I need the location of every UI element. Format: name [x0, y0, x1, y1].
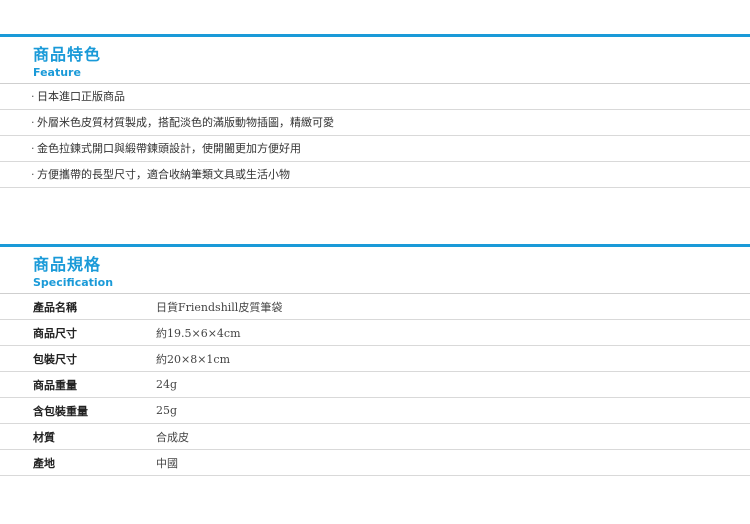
spec-value: 24g: [156, 378, 178, 391]
spec-label: 產品名稱: [33, 300, 77, 314]
feature-item: ‧ 金色拉鍊式開口與緞帶鍊頭設計，使開闔更加方便好用: [0, 136, 750, 162]
feature-item: ‧ 方便攜帶的長型尺寸，適合收納筆類文具或生活小物: [0, 162, 750, 188]
spec-row: 產地 中國: [0, 450, 750, 476]
spec-label: 產地: [33, 456, 55, 470]
feature-item: ‧ 日本進口正版商品: [0, 84, 750, 110]
spec-row: 產品名稱 日貨Friendshill皮質筆袋: [0, 294, 750, 320]
spec-label: 商品尺寸: [33, 326, 77, 340]
spec-row: 包裝尺寸 約20×8×1cm: [0, 346, 750, 372]
spec-value: 日貨Friendshill皮質筆袋: [156, 300, 283, 314]
spec-title: 商品規格: [33, 255, 102, 274]
spec-section: 商品規格 Specification 產品名稱 日貨Friendshill皮質筆袋…: [0, 244, 750, 476]
spec-value: 約20×8×1cm: [156, 352, 231, 366]
spec-subtitle: Specification: [33, 276, 114, 289]
feature-item: ‧ 外層米色皮質材質製成，搭配淡色的滿版動物插圖，精緻可愛: [0, 110, 750, 136]
feature-text: 日本進口正版商品: [37, 90, 125, 103]
spec-row: 材質 合成皮: [0, 424, 750, 450]
spec-row: 商品尺寸 約19.5×6×4cm: [0, 320, 750, 346]
feature-subtitle: Feature: [33, 66, 81, 79]
spec-value: 約19.5×6×4cm: [156, 326, 241, 340]
feature-text: 外層米色皮質材質製成，搭配淡色的滿版動物插圖，精緻可愛: [37, 116, 334, 129]
feature-text: 金色拉鍊式開口與緞帶鍊頭設計，使開闔更加方便好用: [37, 142, 301, 155]
spec-label: 含包裝重量: [33, 404, 88, 418]
spec-value: 中國: [156, 456, 178, 470]
feature-list: ‧ 日本進口正版商品 ‧ 外層米色皮質材質製成，搭配淡色的滿版動物插圖，精緻可愛 ‧…: [0, 83, 750, 188]
spec-row: 商品重量 24g: [0, 372, 750, 398]
spec-label: 材質: [33, 430, 55, 444]
spec-value: 合成皮: [156, 430, 189, 444]
spec-header: 商品規格 Specification: [0, 247, 750, 293]
feature-section: 商品特色 Feature ‧ 日本進口正版商品 ‧ 外層米色皮質材質製成，搭配淡色的…: [0, 34, 750, 188]
feature-header: 商品特色 Feature: [0, 37, 750, 83]
spec-table: 產品名稱 日貨Friendshill皮質筆袋 商品尺寸 約19.5×6×4cm 包裝…: [0, 293, 750, 476]
spec-value: 25g: [156, 404, 178, 417]
feature-text: 方便攜帶的長型尺寸，適合收納筆類文具或生活小物: [37, 168, 290, 181]
spec-label: 商品重量: [33, 378, 77, 392]
spec-row: 含包裝重量 25g: [0, 398, 750, 424]
spec-label: 包裝尺寸: [33, 352, 77, 366]
feature-title: 商品特色: [33, 45, 102, 64]
